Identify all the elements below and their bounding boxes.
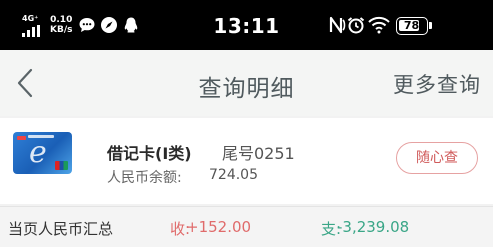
- balance-label: 人民币余额:: [107, 170, 182, 186]
- status-bar: 4G⁺ 0.10 KB/s 13:11 78: [0, 0, 493, 50]
- bank-logo: [17, 136, 26, 140]
- expense-value: -3,239.08: [337, 218, 410, 236]
- alarm-icon: [347, 17, 365, 34]
- card-tail-number: 尾号0251: [222, 144, 295, 163]
- nfc-icon: [329, 16, 346, 34]
- unionpay-logo: [55, 161, 68, 170]
- income-value: +152.00: [186, 218, 252, 236]
- balance-value: 724.05: [209, 167, 258, 183]
- bank-card-image: e: [13, 132, 72, 174]
- battery-icon: 78: [396, 17, 428, 35]
- summary-label: 当页人民币汇总: [8, 220, 114, 238]
- battery-tip: [429, 22, 432, 29]
- more-query-link[interactable]: 更多查询: [393, 69, 481, 99]
- battery-percent: 78: [403, 19, 420, 32]
- card-type: 借记卡(Ⅰ类): [107, 144, 192, 163]
- quick-query-button[interactable]: 随心查: [396, 142, 478, 174]
- card-emblem: e: [29, 135, 47, 170]
- wifi-icon: [368, 16, 390, 34]
- page-summary-row: 当页人民币汇总 收: +152.00 支: -3,239.08: [0, 206, 493, 247]
- nav-bar: 查询明细 更多查询: [0, 50, 493, 116]
